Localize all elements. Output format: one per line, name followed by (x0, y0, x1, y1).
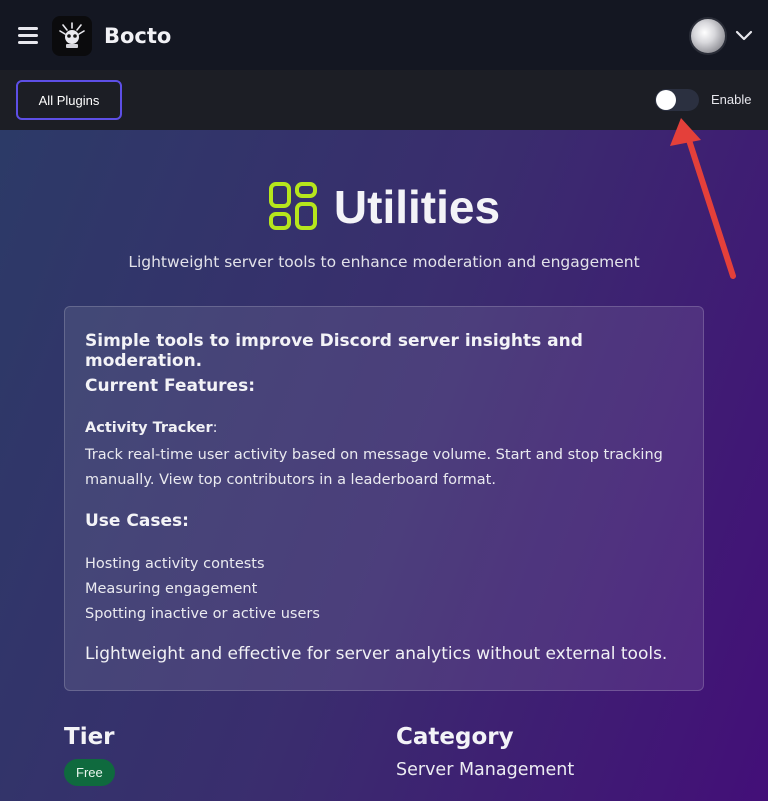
list-item: Spotting inactive or active users (85, 606, 320, 622)
description-card: Simple tools to improve Discord server i… (64, 306, 704, 691)
page-title: Utilities (333, 181, 501, 233)
chevron-down-icon[interactable] (735, 28, 753, 42)
feature-title: Activity Tracker: (85, 420, 218, 436)
enable-label: Enable (711, 92, 752, 107)
tier-badge: Free (64, 759, 115, 786)
enable-toggle[interactable] (655, 89, 699, 111)
feature-colon: : (212, 420, 218, 436)
category-value: Server Management (396, 760, 575, 780)
feature-name: Activity Tracker (85, 420, 213, 436)
list-item: Measuring engagement (85, 581, 258, 597)
page-heading: Utilities (0, 180, 768, 234)
description-intro: Simple tools to improve Discord server i… (85, 331, 583, 371)
toggle-knob (656, 90, 676, 110)
use-cases-list: Hosting activity contests Measuring enga… (85, 552, 320, 627)
user-avatar[interactable] (689, 17, 727, 55)
feature-description: Track real-time user activity based on m… (85, 447, 663, 488)
tier-heading: Tier (64, 724, 115, 750)
bocto-logo-icon[interactable] (52, 16, 92, 56)
plugin-detail-panel: Utilities Lightweight server tools to en… (0, 130, 768, 801)
features-heading: Current Features: (85, 376, 256, 396)
plugin-toolbar: All Plugins Enable (0, 70, 768, 130)
description-closing: Lightweight and effective for server ana… (85, 644, 668, 664)
list-item: Hosting activity contests (85, 556, 265, 572)
category-heading: Category (396, 724, 514, 750)
page-subtitle: Lightweight server tools to enhance mode… (128, 253, 640, 271)
hamburger-menu-icon[interactable] (18, 27, 38, 44)
all-plugins-button[interactable]: All Plugins (16, 80, 122, 120)
use-cases-heading: Use Cases: (85, 511, 189, 531)
grid-apps-icon (268, 182, 317, 230)
brand-name[interactable]: Bocto (104, 24, 171, 48)
top-nav-bar: Bocto (0, 0, 768, 70)
